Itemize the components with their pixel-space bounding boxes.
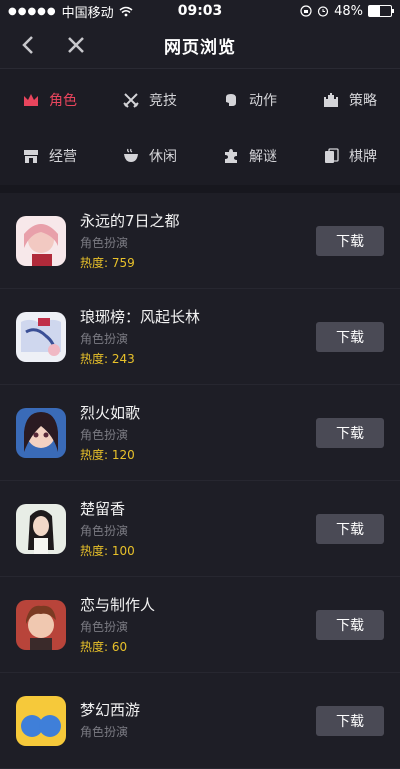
download-button[interactable]: 下载 — [316, 513, 384, 544]
app-info: 恋与制作人角色扮演热度: 60 — [80, 594, 316, 655]
crossed-swords-icon — [123, 93, 139, 108]
alarm-icon — [317, 6, 329, 17]
app-genre: 角色扮演 — [80, 428, 129, 442]
carrier-label: 中国移动 — [61, 5, 114, 21]
download-button[interactable]: 下载 — [316, 321, 384, 352]
app-info: 楚留香角色扮演热度: 100 — [80, 498, 316, 559]
app-heat: 热度: 120 — [80, 448, 135, 462]
app-info: 烈火如歌角色扮演热度: 120 — [80, 402, 316, 463]
app-heat: 热度: 60 — [80, 640, 128, 654]
app-info: 永远的7日之都角色扮演热度: 759 — [80, 210, 316, 271]
list-item[interactable]: 琅琊榜：风起长林 角色扮演 热度: 243 下载 — [0, 289, 400, 385]
download-button[interactable]: 下载 — [316, 417, 384, 448]
app-genre: 角色扮演 — [80, 236, 129, 250]
app-name: 楚留香 — [80, 500, 126, 518]
castle-icon — [324, 93, 338, 107]
rotation-lock-icon — [300, 5, 312, 17]
battery-percent: 48% — [334, 3, 363, 19]
category-tab-2[interactable]: 动作 — [200, 79, 300, 121]
category-label: 休闲 — [149, 149, 177, 165]
app-name: 永远的7日之都 — [80, 212, 180, 230]
download-button[interactable]: 下载 — [316, 705, 384, 736]
list-item[interactable]: 楚留香 角色扮演 热度: 100 下载 — [0, 481, 400, 577]
battery-icon — [368, 5, 394, 17]
back-button[interactable] — [8, 25, 48, 65]
app-name: 梦幻西游 — [80, 700, 141, 719]
category-label: 棋牌 — [349, 149, 377, 165]
cards-icon — [325, 148, 339, 163]
category-grid: 角色 竞技 动作 策略经营 休闲 解谜 棋牌 — [0, 69, 400, 193]
app-icon[interactable] — [16, 599, 66, 650]
app-heat: 热度: 759 — [80, 256, 135, 270]
list-item[interactable]: 烈火如歌 角色扮演 热度: 120 下载 — [0, 385, 400, 481]
teacup-icon — [124, 148, 138, 162]
app-icon[interactable] — [16, 215, 66, 266]
wifi-icon — [119, 6, 133, 16]
download-button[interactable]: 下载 — [316, 225, 384, 256]
app-genre: 角色扮演 — [80, 620, 129, 634]
app-genre: 角色扮演 — [80, 524, 129, 538]
list-item[interactable]: 梦幻西游 角色扮演 下载 — [0, 673, 400, 769]
app-name: 琅琊榜：风起长林 — [80, 308, 201, 326]
app-genre: 角色扮演 — [80, 724, 129, 739]
app-list: 永远的7日之都 角色扮演 热度: 759 下载 琅琊榜：风起长林 角色扮演 热度: 243 下… — [0, 193, 400, 769]
fist-icon — [226, 94, 236, 106]
category-tab-0[interactable]: 角色 — [0, 79, 100, 121]
category-tab-1[interactable]: 竞技 — [100, 79, 200, 121]
app-heat: 热度: 100 — [80, 544, 135, 558]
app-name: 恋与制作人 — [80, 596, 156, 614]
app-icon[interactable] — [16, 695, 66, 746]
category-tab-3[interactable]: 策略 — [300, 79, 400, 121]
status-bar: ●●●●● 中国移动 09:03 48% — [0, 0, 400, 22]
app-icon[interactable] — [16, 311, 66, 362]
signal-icon: ●●●●● — [8, 5, 57, 17]
category-label: 动作 — [249, 93, 277, 109]
download-button[interactable]: 下载 — [316, 609, 384, 640]
close-icon — [68, 37, 84, 53]
list-item[interactable]: 恋与制作人 角色扮演 热度: 60 下载 — [0, 577, 400, 673]
category-tab-6[interactable]: 解谜 — [200, 135, 300, 177]
category-tab-4[interactable]: 经营 — [0, 135, 100, 177]
chevron-left-icon — [22, 36, 33, 54]
category-label: 解谜 — [249, 149, 277, 165]
app-heat: 热度: 243 — [80, 352, 135, 366]
category-label: 经营 — [49, 149, 77, 165]
app-icon[interactable] — [16, 407, 66, 458]
app-info: 琅琊榜：风起长林角色扮演热度: 243 — [80, 306, 316, 367]
category-label: 竞技 — [149, 93, 177, 109]
category-label: 策略 — [349, 93, 377, 109]
category-label: 角色 — [49, 93, 77, 109]
shop-icon — [24, 150, 38, 163]
navigation-bar: 网页浏览 — [0, 22, 400, 69]
app-genre: 角色扮演 — [80, 332, 129, 346]
crown-icon — [24, 94, 38, 106]
app-icon[interactable] — [16, 503, 66, 554]
clock: 09:03 — [177, 3, 223, 19]
category-tab-7[interactable]: 棋牌 — [300, 135, 400, 177]
list-item[interactable]: 永远的7日之都 角色扮演 热度: 759 下载 — [0, 193, 400, 289]
page-title: 网页浏览 — [164, 37, 236, 58]
category-tab-5[interactable]: 休闲 — [100, 135, 200, 177]
puzzle-icon — [225, 149, 237, 163]
close-button[interactable] — [56, 25, 96, 65]
app-name: 烈火如歌 — [80, 404, 141, 422]
app-info: 梦幻西游 角色扮演 — [80, 699, 316, 743]
